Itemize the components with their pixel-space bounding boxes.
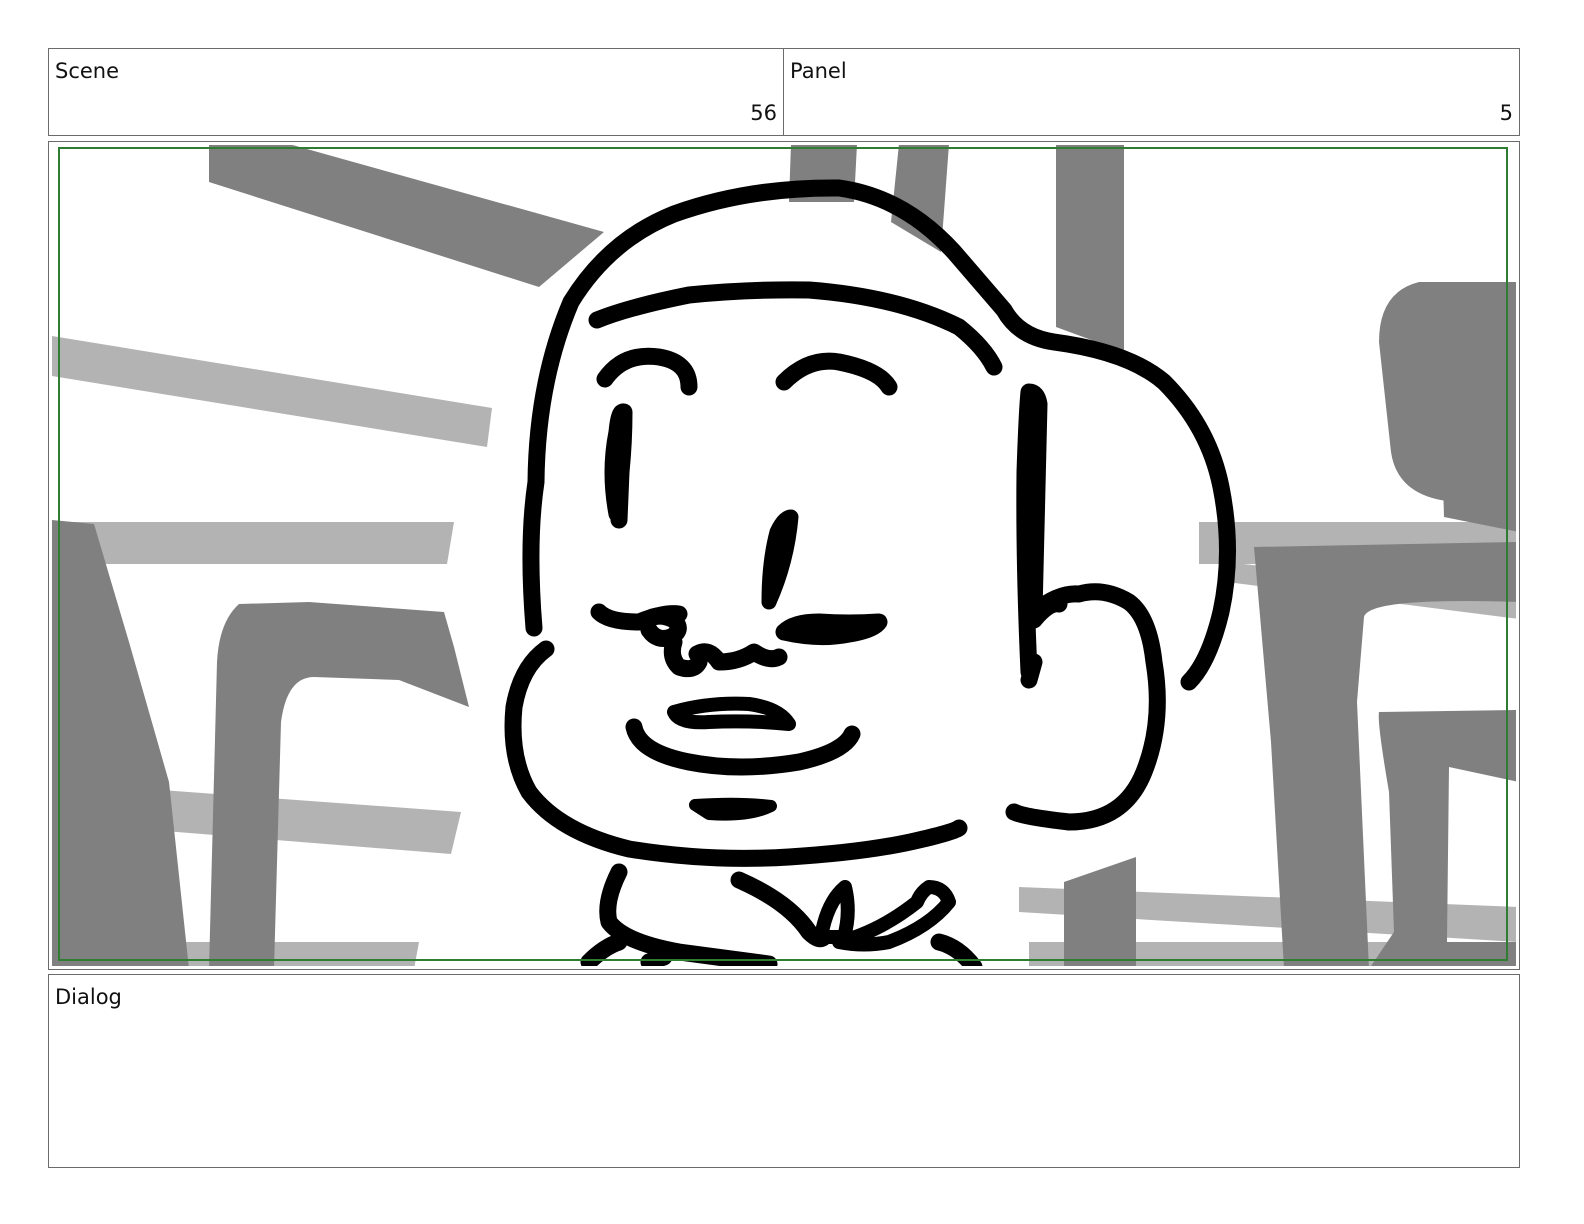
left-brow xyxy=(596,347,698,396)
jaw xyxy=(504,640,968,867)
scene-label: Scene xyxy=(55,59,120,83)
left-eye xyxy=(604,403,633,529)
dialog-label: Dialog xyxy=(55,985,122,1009)
bowtie xyxy=(814,880,956,952)
storyboard-drawing xyxy=(52,145,1516,966)
storyboard-frame xyxy=(48,141,1520,970)
chin-line xyxy=(689,797,777,821)
panel-label: Panel xyxy=(790,59,847,83)
scene-field: Scene 56 xyxy=(48,48,784,136)
panel-number: 5 xyxy=(1499,101,1513,125)
upper-lip xyxy=(667,696,796,731)
right-cheek xyxy=(775,613,888,646)
neck-mid xyxy=(730,871,833,948)
mustache xyxy=(638,607,788,678)
dialog-field[interactable]: Dialog xyxy=(48,974,1520,1168)
right-brow xyxy=(775,352,898,396)
panel-field: Panel 5 xyxy=(783,48,1520,136)
right-eye xyxy=(761,509,799,610)
scene-number: 56 xyxy=(750,101,777,125)
mouth xyxy=(625,718,861,776)
